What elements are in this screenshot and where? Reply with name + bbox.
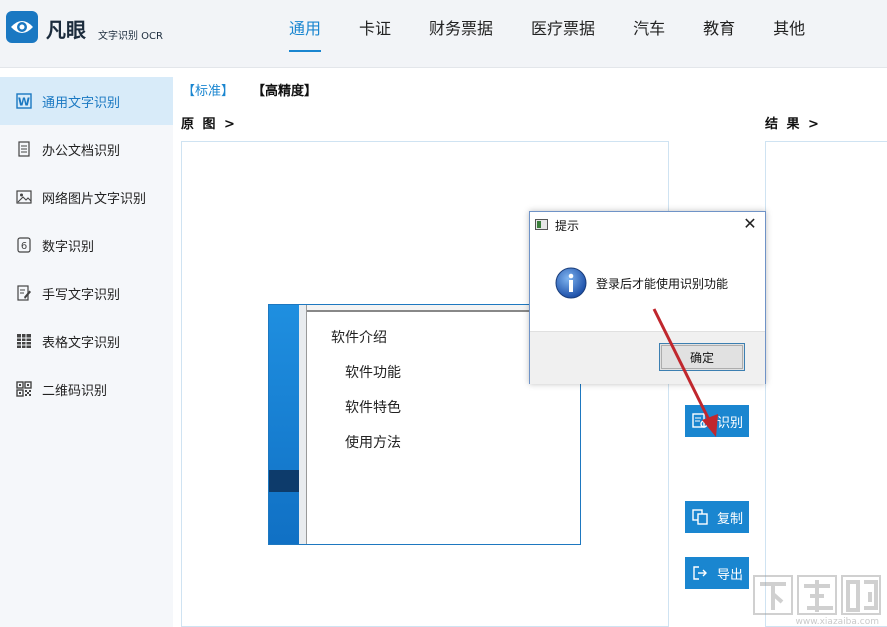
mode-tab-high-precision[interactable]: 【高精度】 <box>252 80 317 99</box>
dialog-body: 登录后才能使用识别功能 <box>530 238 765 331</box>
recognize-button-label: 识别 <box>717 412 743 431</box>
result-panel[interactable] <box>765 141 887 627</box>
preview-dark-block <box>269 470 299 492</box>
sidebar-item-label: 手写文字识别 <box>42 284 120 303</box>
nav-tab-finance[interactable]: 财务票据 <box>410 0 512 68</box>
eye-logo-icon <box>6 11 38 43</box>
mode-tab-standard[interactable]: 【标准】 <box>182 80 234 99</box>
top-nav: 通用 卡证 财务票据 医疗票据 汽车 教育 其他 <box>270 0 824 68</box>
nav-tab-other[interactable]: 其他 <box>754 0 824 68</box>
svg-text:W: W <box>18 96 30 109</box>
nav-tab-medical[interactable]: 医疗票据 <box>512 0 614 68</box>
export-button[interactable]: 导出 <box>685 557 749 589</box>
word-icon: W <box>16 93 32 109</box>
recognize-button[interactable]: 识别 <box>685 405 749 437</box>
copy-button-label: 复制 <box>717 508 743 527</box>
table-icon <box>16 333 32 349</box>
dialog-footer: 确定 <box>530 331 765 384</box>
dialog-titlebar: 提示 ✕ <box>530 212 765 238</box>
document-icon <box>16 141 32 157</box>
original-image-label: 原 图 > <box>181 113 237 132</box>
nav-tab-card[interactable]: 卡证 <box>340 0 410 68</box>
sidebar-item-label: 数字识别 <box>42 236 94 255</box>
site-watermark-logo: www.xiazaiba.com <box>752 572 887 627</box>
sidebar-item-label: 二维码识别 <box>42 380 107 399</box>
login-required-dialog: 提示 ✕ 登录后才能使用识别功能 确定 <box>529 211 766 384</box>
nav-tab-general[interactable]: 通用 <box>270 0 340 68</box>
dialog-title: 提示 <box>555 217 579 234</box>
handwriting-icon <box>16 285 32 301</box>
sidebar-item-table[interactable]: 表格文字识别 <box>0 317 173 365</box>
watermark-url: www.xiazaiba.com <box>795 617 879 627</box>
brand-subtitle: 文字识别 OCR <box>98 27 163 42</box>
preview-line: 软件功能 <box>345 362 401 382</box>
preview-line: 软件介绍 <box>331 327 387 347</box>
ok-button[interactable]: 确定 <box>659 343 745 371</box>
preview-blue-sidebar <box>269 305 299 545</box>
image-icon <box>16 189 32 205</box>
sidebar-item-label: 网络图片文字识别 <box>42 188 146 207</box>
digit-icon: 6 <box>16 237 32 253</box>
scan-icon <box>691 412 709 430</box>
sidebar-item-web-image[interactable]: 网络图片文字识别 <box>0 173 173 221</box>
app-window-icon <box>535 219 548 230</box>
copy-button[interactable]: 复制 <box>685 501 749 533</box>
svg-text:6: 6 <box>21 241 27 252</box>
nav-tab-car[interactable]: 汽车 <box>614 0 684 68</box>
brand-name: 凡眼 <box>46 14 86 43</box>
export-button-label: 导出 <box>717 564 743 583</box>
mode-tabs: 【标准】 【高精度】 <box>182 80 317 99</box>
qrcode-icon <box>16 381 32 397</box>
sidebar-item-label: 通用文字识别 <box>42 92 120 111</box>
sidebar-item-label: 表格文字识别 <box>42 332 120 351</box>
sidebar-item-label: 办公文档识别 <box>42 140 120 159</box>
header: 凡眼 文字识别 OCR 通用 卡证 财务票据 医疗票据 汽车 教育 其他 <box>0 0 887 68</box>
sidebar-item-handwriting[interactable]: 手写文字识别 <box>0 269 173 317</box>
sidebar-item-office-doc[interactable]: 办公文档识别 <box>0 125 173 173</box>
close-icon[interactable]: ✕ <box>741 215 759 233</box>
sidebar-item-qrcode[interactable]: 二维码识别 <box>0 365 173 413</box>
result-label: 结 果 > <box>765 113 821 132</box>
export-icon <box>691 564 709 582</box>
preview-line: 软件特色 <box>345 397 401 417</box>
sidebar-item-general-text[interactable]: W 通用文字识别 <box>0 77 173 125</box>
sidebar: W 通用文字识别 办公文档识别 网络图片文字识别 6 数字识别 <box>0 77 173 627</box>
app-window: 凡眼 文字识别 OCR 通用 卡证 财务票据 医疗票据 汽车 教育 其他 W 通… <box>0 0 887 627</box>
sidebar-item-digit[interactable]: 6 数字识别 <box>0 221 173 269</box>
nav-tab-education[interactable]: 教育 <box>684 0 754 68</box>
preview-scroll-strip <box>299 305 307 545</box>
info-icon <box>555 267 587 299</box>
preview-line: 使用方法 <box>345 432 401 452</box>
dialog-message: 登录后才能使用识别功能 <box>596 275 728 292</box>
copy-icon <box>691 508 709 526</box>
